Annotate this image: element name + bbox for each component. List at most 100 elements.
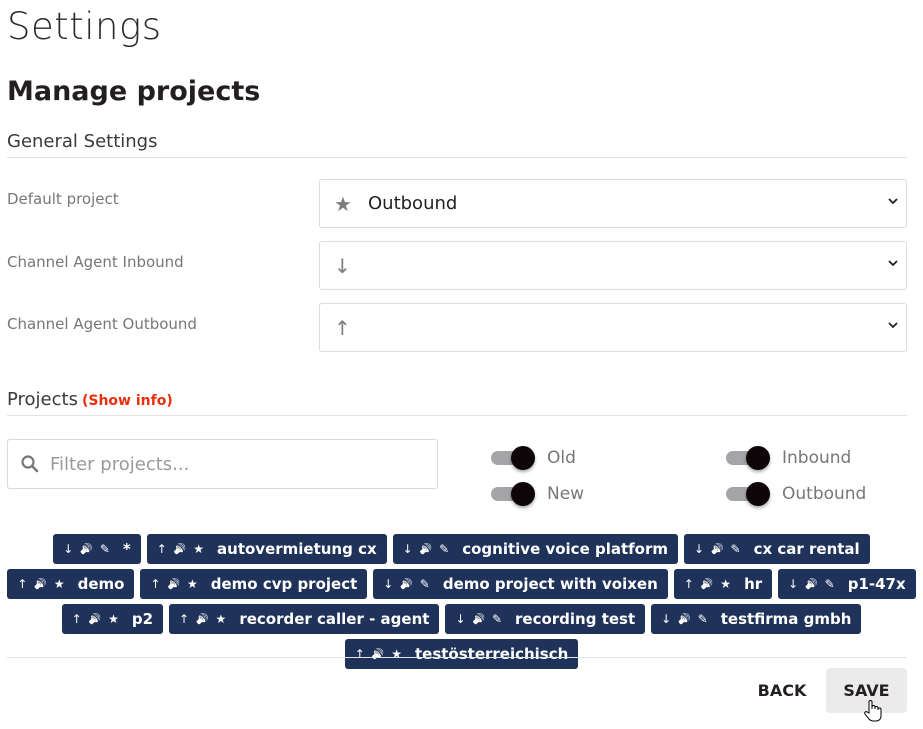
project-chip[interactable]: ↓ 🔊 ✎ cognitive voice platform xyxy=(392,534,678,564)
star-icon: ★ xyxy=(334,191,352,216)
project-chip-name: cognitive voice platform xyxy=(462,540,668,558)
project-chip-name: p2 xyxy=(131,610,154,628)
project-chip[interactable]: ↓ 🔊 ✎ recording test xyxy=(445,604,646,634)
toggle-old[interactable]: Old xyxy=(491,446,576,470)
arrow-down-icon: ↓ xyxy=(661,612,672,626)
toggle-inbound[interactable]: Inbound xyxy=(726,446,851,470)
hand-cursor-icon xyxy=(864,700,882,722)
project-chip-name: cx car rental xyxy=(753,540,860,558)
toggle-old-label: Old xyxy=(547,448,576,468)
star-icon: ★ xyxy=(53,577,65,591)
toggle-switch-inbound[interactable] xyxy=(726,446,772,470)
project-chip[interactable]: ↓ 🔊 ✎ cx car rental xyxy=(684,534,870,564)
pencil-icon: ✎ xyxy=(697,612,708,626)
project-chip-name: recorder caller - agent xyxy=(239,610,430,628)
project-chip-name: demo xyxy=(77,575,125,593)
pencil-icon: ✎ xyxy=(439,542,450,556)
speaker-icon: 🔊 xyxy=(196,613,209,625)
search-icon xyxy=(21,455,39,473)
speaker-icon: 🔊 xyxy=(419,543,433,555)
projects-heading: Projects (Show info) xyxy=(7,389,907,416)
arrow-down-icon: ↓ xyxy=(694,542,705,556)
speaker-icon: 🔊 xyxy=(88,613,102,625)
speaker-icon: 🔊 xyxy=(167,578,180,590)
star-icon: ★ xyxy=(193,542,205,556)
default-project-value: Outbound xyxy=(368,193,458,214)
arrow-up-icon: ↑ xyxy=(354,647,365,661)
toggle-inbound-label: Inbound xyxy=(782,448,852,468)
pencil-icon: ✎ xyxy=(419,577,430,591)
arrow-up-icon: ↑ xyxy=(334,315,351,340)
project-chip[interactable]: ↑ 🔊 ★ demo cvp project xyxy=(140,569,368,599)
project-chip[interactable]: ↓ 🔊 ✎ p1-47x xyxy=(778,569,916,599)
speaker-icon: 🔊 xyxy=(678,613,691,625)
filter-projects-input[interactable] xyxy=(48,452,408,476)
speaker-icon: 🔊 xyxy=(700,578,714,590)
project-chip[interactable]: ↑ 🔊 ★ p2 xyxy=(61,604,164,634)
channel-agent-inbound-label: Channel Agent Inbound xyxy=(7,253,184,271)
speaker-icon: 🔊 xyxy=(34,578,47,590)
project-chip[interactable]: ↑ 🔊 ★ demo xyxy=(7,569,135,599)
pencil-icon: ✎ xyxy=(491,612,503,626)
toggle-switch-old[interactable] xyxy=(491,446,537,470)
page-title: Settings xyxy=(7,5,162,48)
arrow-up-icon: ↑ xyxy=(179,612,190,626)
project-chip[interactable]: ↑ 🔊 ★ recorder caller - agent xyxy=(169,604,440,634)
project-chip[interactable]: ↓ 🔊 ✎ testfirma gmbh xyxy=(651,604,862,634)
toggle-switch-new[interactable] xyxy=(491,482,537,506)
project-chip[interactable]: ↑ 🔊 ★ autovermietung cx xyxy=(146,534,387,564)
pencil-icon: ✎ xyxy=(824,577,835,591)
project-chip-name: testösterreichisch xyxy=(414,645,569,663)
project-chip[interactable]: ↑ 🔊 ★ hr xyxy=(673,569,773,599)
star-icon: ★ xyxy=(720,577,732,591)
arrow-down-icon: ↓ xyxy=(63,542,74,556)
speaker-icon: 🔊 xyxy=(805,578,818,590)
speaker-icon: 🔊 xyxy=(400,578,413,590)
show-info-link[interactable]: (Show info) xyxy=(82,393,173,409)
arrow-up-icon: ↑ xyxy=(683,577,694,591)
arrow-up-icon: ↑ xyxy=(71,612,82,626)
arrow-up-icon: ↑ xyxy=(150,577,161,591)
arrow-down-icon: ↓ xyxy=(402,542,413,556)
project-chip-name: p1-47x xyxy=(847,575,906,593)
project-chip-list: ↓ 🔊 ✎ * ↑ 🔊 ★ autovermietung cx ↓ 🔊 ✎ cognitive voi… xyxy=(0,534,923,669)
toggle-new[interactable]: New xyxy=(491,482,584,506)
chevron-down-icon xyxy=(888,260,898,267)
back-button[interactable]: BACK xyxy=(747,668,817,713)
project-chip-name: recording test xyxy=(515,610,636,628)
arrow-down-icon: ↓ xyxy=(334,253,351,278)
pencil-icon: ✎ xyxy=(99,542,110,556)
general-settings-title: General Settings xyxy=(7,131,158,152)
project-chip-name: autovermietung cx xyxy=(217,540,377,558)
channel-agent-outbound-label: Channel Agent Outbound xyxy=(7,315,197,333)
project-chip[interactable]: ↑ 🔊 ★ testösterreichisch xyxy=(344,639,579,669)
speaker-icon: 🔊 xyxy=(711,543,724,555)
toggle-outbound[interactable]: Outbound xyxy=(726,482,866,506)
filter-projects-field[interactable] xyxy=(7,439,438,489)
speaker-icon: 🔊 xyxy=(173,543,187,555)
default-project-label: Default project xyxy=(7,190,119,208)
page-subtitle: Manage projects xyxy=(7,76,261,107)
star-icon: ★ xyxy=(108,612,119,626)
project-chip-name: * xyxy=(122,540,131,558)
general-settings-heading: General Settings xyxy=(7,131,907,158)
chevron-down-icon xyxy=(888,198,898,205)
star-icon: ★ xyxy=(186,577,198,591)
toggle-new-label: New xyxy=(547,484,585,504)
project-chip[interactable]: ↓ 🔊 ✎ demo project with voixen xyxy=(373,569,668,599)
arrow-down-icon: ↓ xyxy=(455,612,466,626)
arrow-down-icon: ↓ xyxy=(788,577,799,591)
channel-agent-inbound-select[interactable]: ↓ xyxy=(319,241,907,290)
footer-divider xyxy=(7,657,907,658)
projects-title: Projects xyxy=(7,389,78,410)
chevron-down-icon xyxy=(888,322,898,329)
channel-agent-outbound-select[interactable]: ↑ xyxy=(319,303,907,352)
project-chip[interactable]: ↓ 🔊 ✎ * xyxy=(53,534,141,564)
project-chip-name: hr xyxy=(744,575,763,593)
star-icon: ★ xyxy=(215,612,227,626)
toggle-outbound-label: Outbound xyxy=(782,484,867,504)
default-project-select[interactable]: ★ Outbound xyxy=(319,179,907,228)
project-chip-name: testfirma gmbh xyxy=(720,610,852,628)
pencil-icon: ✎ xyxy=(730,542,741,556)
toggle-switch-outbound[interactable] xyxy=(726,482,772,506)
